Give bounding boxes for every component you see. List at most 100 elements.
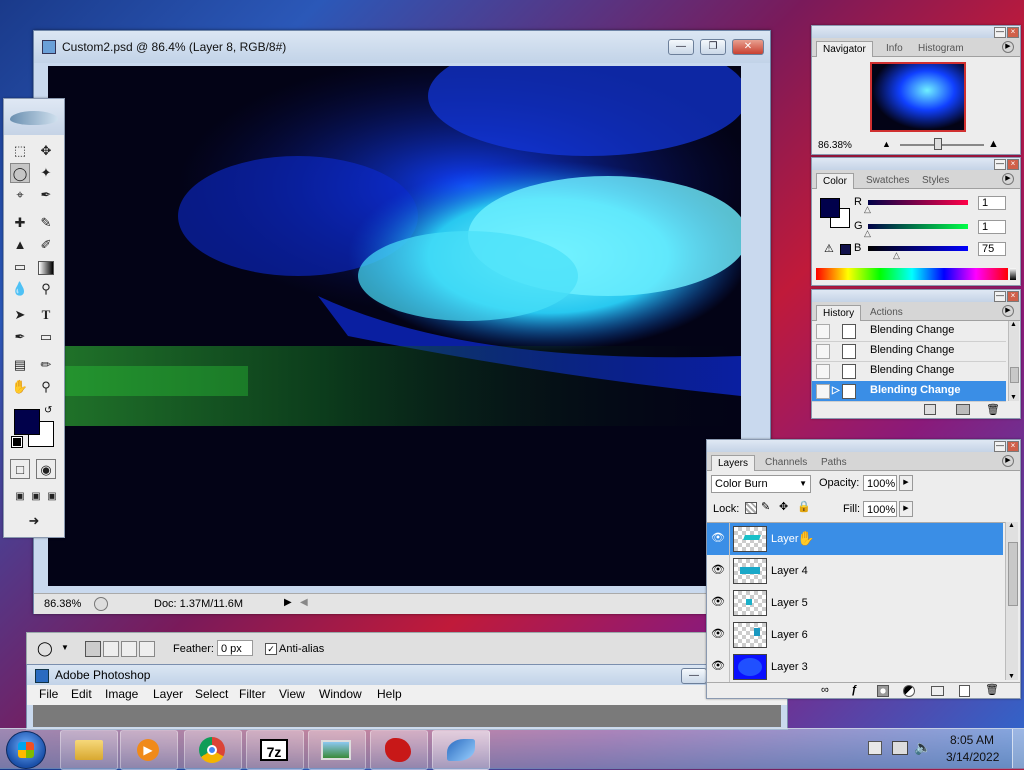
tab-styles[interactable]: Styles bbox=[916, 173, 955, 188]
system-tray-volume-icon[interactable]: 🔈 bbox=[914, 739, 931, 756]
history-brush-source-checkbox[interactable] bbox=[816, 364, 830, 379]
crop-tool-icon[interactable]: ⌖ bbox=[10, 185, 30, 205]
clone-stamp-tool-icon[interactable]: ▲ bbox=[10, 235, 30, 255]
new-selection-icon[interactable] bbox=[85, 641, 101, 657]
menu-view[interactable]: View bbox=[279, 687, 305, 701]
color-panel-titlebar[interactable]: — × bbox=[812, 158, 1020, 170]
scroll-up-icon[interactable]: ▲ bbox=[1010, 321, 1017, 328]
opacity-slider-arrow-icon[interactable]: ▶ bbox=[899, 475, 913, 491]
zoom-tool-icon[interactable]: ⚲ bbox=[36, 377, 56, 397]
gradient-tool-icon[interactable] bbox=[36, 257, 56, 277]
panel-close-icon[interactable]: × bbox=[1007, 159, 1019, 170]
lock-position-icon[interactable]: ✥ bbox=[779, 500, 788, 513]
pen-tool-icon[interactable]: ✒ bbox=[10, 327, 30, 347]
taskbar-photo-viewer[interactable] bbox=[308, 730, 366, 770]
notes-tool-icon[interactable]: ▤ bbox=[10, 355, 30, 375]
lock-transparency-icon[interactable] bbox=[745, 502, 757, 514]
menu-help[interactable]: Help bbox=[377, 687, 402, 701]
panel-minimize-icon[interactable]: — bbox=[994, 27, 1006, 38]
zoom-in-icon[interactable]: ▲ bbox=[988, 138, 999, 150]
layer-row-selected[interactable]: 👁 Layer 8 bbox=[707, 523, 1003, 556]
gamut-color-swatch[interactable] bbox=[840, 244, 851, 255]
trash-icon[interactable]: 🗑 bbox=[985, 683, 999, 696]
menu-filter[interactable]: Filter bbox=[239, 687, 266, 701]
healing-brush-tool-icon[interactable]: ✚ bbox=[10, 213, 30, 233]
menu-select[interactable]: Select bbox=[195, 687, 228, 701]
taskbar-7zip[interactable]: 7z bbox=[246, 730, 304, 770]
navigator-zoom-value[interactable]: 86.38% bbox=[818, 140, 852, 151]
zoom-out-icon[interactable]: ▲ bbox=[882, 139, 891, 149]
blend-mode-select[interactable]: Color Burn ▼ bbox=[711, 475, 811, 493]
tab-layers[interactable]: Layers bbox=[711, 455, 756, 471]
tab-histogram[interactable]: Histogram bbox=[912, 41, 970, 56]
channel-b-value[interactable]: 75 bbox=[978, 242, 1006, 256]
layer-mask-icon[interactable] bbox=[877, 685, 889, 697]
tab-swatches[interactable]: Swatches bbox=[860, 173, 915, 188]
history-item[interactable]: Blending Change bbox=[812, 341, 1006, 362]
scroll-down-icon[interactable]: ▼ bbox=[1008, 673, 1015, 680]
tool-preset-lasso-icon[interactable]: ◯ bbox=[37, 640, 53, 657]
opacity-input[interactable]: 100% bbox=[863, 475, 897, 491]
scroll-up-icon[interactable]: ▲ bbox=[1008, 522, 1015, 529]
layer-style-icon[interactable]: ƒ bbox=[851, 684, 857, 696]
status-info-icon[interactable] bbox=[94, 597, 108, 611]
panel-close-icon[interactable]: × bbox=[1007, 27, 1019, 38]
foreground-color-swatch-front[interactable] bbox=[14, 409, 40, 435]
horizontal-scroll-left-icon[interactable]: ◀ bbox=[300, 597, 308, 608]
taskbar-photoshop[interactable] bbox=[432, 730, 490, 770]
app-titlebar[interactable]: Adobe Photoshop — bbox=[27, 665, 787, 685]
brush-tool-icon[interactable]: ✎ bbox=[36, 213, 56, 233]
swap-colors-icon[interactable]: ↺ bbox=[44, 405, 52, 416]
channel-b-thumb-icon[interactable]: △ bbox=[893, 250, 900, 261]
rectangular-marquee-tool-icon[interactable]: ⬚ bbox=[10, 141, 30, 161]
tab-navigator[interactable]: Navigator bbox=[816, 41, 873, 57]
layers-panel-titlebar[interactable]: — × bbox=[707, 440, 1020, 452]
system-tray-flag-icon[interactable] bbox=[868, 741, 882, 755]
channel-r-slider[interactable] bbox=[868, 200, 968, 205]
adjustment-layer-icon[interactable] bbox=[903, 685, 915, 697]
navigator-thumbnail[interactable] bbox=[870, 62, 966, 132]
path-selection-tool-icon[interactable]: ➤ bbox=[10, 305, 30, 325]
zoom-field[interactable]: 86.38% bbox=[44, 598, 81, 610]
eraser-tool-icon[interactable]: ▭ bbox=[10, 257, 30, 277]
tab-paths[interactable]: Paths bbox=[815, 455, 853, 470]
menu-layer[interactable]: Layer bbox=[153, 687, 183, 701]
move-tool-icon[interactable]: ✥ bbox=[36, 141, 56, 161]
lasso-tool-icon[interactable]: ◯ bbox=[10, 163, 30, 183]
channel-g-thumb-icon[interactable]: △ bbox=[864, 228, 871, 239]
start-button[interactable] bbox=[6, 731, 46, 769]
image-canvas[interactable] bbox=[48, 66, 741, 586]
tab-history[interactable]: History bbox=[816, 305, 862, 321]
slice-tool-icon[interactable]: ✒ bbox=[36, 185, 56, 205]
eye-visibility-icon[interactable]: 👁 bbox=[711, 596, 725, 608]
layer-row[interactable]: 👁 Layer 5 bbox=[707, 587, 1003, 620]
scroll-thumb[interactable] bbox=[1008, 542, 1018, 606]
eye-visibility-icon[interactable]: 👁 bbox=[711, 564, 725, 576]
layer-row[interactable]: 👁 Layer 4 bbox=[707, 555, 1003, 588]
color-panel-fg-swatch-front[interactable] bbox=[820, 198, 840, 218]
history-panel-titlebar[interactable]: — × bbox=[812, 290, 1020, 302]
history-item[interactable]: Blending Change bbox=[812, 361, 1006, 382]
history-brush-source-checkbox[interactable] bbox=[816, 344, 830, 359]
zoom-slider-thumb[interactable] bbox=[934, 138, 942, 150]
magic-wand-tool-icon[interactable]: ✦ bbox=[36, 163, 56, 183]
eye-visibility-icon[interactable]: 👁 bbox=[711, 660, 725, 672]
standard-mode-icon[interactable]: □ bbox=[10, 459, 30, 479]
tab-channels[interactable]: Channels bbox=[759, 455, 813, 470]
eyedropper-tool-icon[interactable]: ✏ bbox=[36, 355, 56, 375]
ramp-black-white-icon[interactable] bbox=[1010, 268, 1016, 280]
blur-tool-icon[interactable]: 💧 bbox=[10, 279, 30, 299]
fill-slider-arrow-icon[interactable]: ▶ bbox=[899, 501, 913, 517]
antialias-checkbox[interactable]: ✓ bbox=[265, 643, 277, 655]
panel-minimize-icon[interactable]: — bbox=[994, 291, 1006, 302]
eye-visibility-icon[interactable]: 👁 bbox=[711, 532, 725, 544]
channel-r-value[interactable]: 1 bbox=[978, 196, 1006, 210]
history-brush-source-checkbox[interactable] bbox=[816, 384, 830, 399]
layer-row[interactable]: 👁 Layer 3 bbox=[707, 651, 1003, 683]
menu-image[interactable]: Image bbox=[105, 687, 138, 701]
taskbar-file-explorer[interactable] bbox=[60, 730, 118, 770]
history-scrollbar[interactable]: ▲ ▼ bbox=[1008, 321, 1019, 401]
layer-row[interactable]: 👁 Layer 6 bbox=[707, 619, 1003, 652]
history-brush-tool-icon[interactable]: ✐ bbox=[36, 235, 56, 255]
panel-menu-icon[interactable]: ▶ bbox=[1002, 455, 1014, 467]
